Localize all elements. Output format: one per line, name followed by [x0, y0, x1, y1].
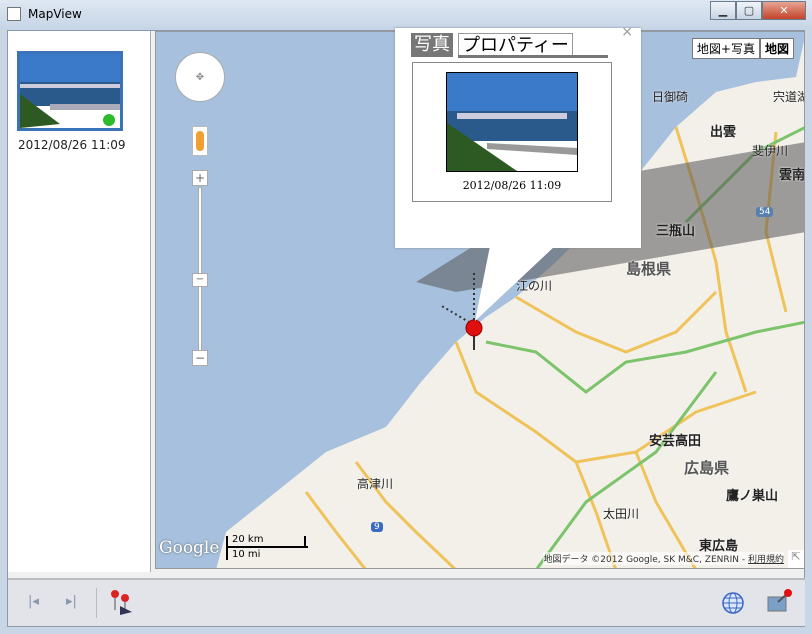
- map-label: 宍道湖: [773, 90, 804, 104]
- info-window-close-button[interactable]: ×: [621, 24, 633, 40]
- tab-photo[interactable]: 写真: [411, 33, 453, 57]
- map-label: 広島県: [684, 459, 730, 477]
- map-label: 雲南: [779, 168, 805, 183]
- pan-control[interactable]: ✥: [175, 52, 225, 102]
- map-label: 鷹ノ巣山: [726, 489, 779, 504]
- photo-date: 2012/08/26 11:09: [462, 179, 562, 192]
- scale-bar: 20 km 10 mi: [226, 534, 308, 560]
- terms-link[interactable]: 利用規約: [748, 555, 784, 565]
- previous-button[interactable]: |◂: [28, 594, 39, 609]
- window-title: MapView: [28, 7, 82, 21]
- scale-km: 20 km: [232, 534, 264, 545]
- thumbnail-date: 2012/08/26 11:09: [18, 138, 126, 152]
- map-label: 安芸高田: [649, 434, 702, 449]
- next-button[interactable]: ▸|: [66, 594, 77, 609]
- map-label: 日御碕: [652, 90, 689, 104]
- photo-preview[interactable]: [446, 72, 578, 172]
- map-type-map-button[interactable]: 地図: [759, 38, 794, 59]
- route-pins-icon[interactable]: [108, 588, 134, 616]
- map-type-control: 地図+写真 地図: [691, 38, 794, 59]
- map-label: 高津川: [357, 477, 394, 491]
- photo-list: 2012/08/26 11:09: [8, 31, 151, 572]
- map-label: 島根県: [626, 260, 672, 278]
- zoom-out-button[interactable]: −: [192, 350, 208, 366]
- map-type-hybrid-button[interactable]: 地図+写真: [691, 38, 760, 59]
- tab-properties[interactable]: プロパティー: [458, 33, 573, 57]
- route-shield: 54: [756, 207, 774, 217]
- map-label: 太田川: [603, 507, 640, 521]
- zoom-slider-handle[interactable]: −: [192, 273, 208, 287]
- photo-pin-icon[interactable]: [766, 588, 794, 616]
- route-shield: 9: [371, 522, 383, 532]
- map-label: 三瓶山: [656, 224, 696, 239]
- app-icon: [7, 7, 21, 21]
- map-label: 斐伊川: [752, 144, 789, 158]
- scale-mi: 10 mi: [232, 549, 261, 560]
- street-view-pegman-icon[interactable]: [192, 126, 208, 156]
- maximize-button[interactable]: ▢: [736, 1, 762, 20]
- minimize-button[interactable]: ▁: [710, 1, 736, 20]
- bottom-toolbar: |◂ ▸|: [8, 578, 805, 626]
- photo-thumbnail[interactable]: [17, 51, 123, 131]
- close-button[interactable]: ✕: [762, 1, 806, 20]
- overview-toggle-icon[interactable]: ⇱: [788, 550, 804, 568]
- map-attribution: 地図データ ©2012 Google, SK M&C, ZENRIN - 利用規…: [543, 552, 784, 565]
- google-logo: Google: [159, 538, 220, 558]
- globe-icon[interactable]: [721, 591, 745, 615]
- info-window: 写真 プロパティー × 2012/08/26 11:09: [395, 24, 641, 248]
- title-bar: MapView ▁ ▢ ✕: [0, 0, 812, 30]
- zoom-in-button[interactable]: +: [192, 170, 208, 186]
- photo-preview-box: 2012/08/26 11:09: [412, 62, 612, 202]
- info-window-tail: [475, 246, 555, 321]
- map-label: 出雲: [710, 125, 737, 140]
- zoom-slider[interactable]: [198, 187, 202, 357]
